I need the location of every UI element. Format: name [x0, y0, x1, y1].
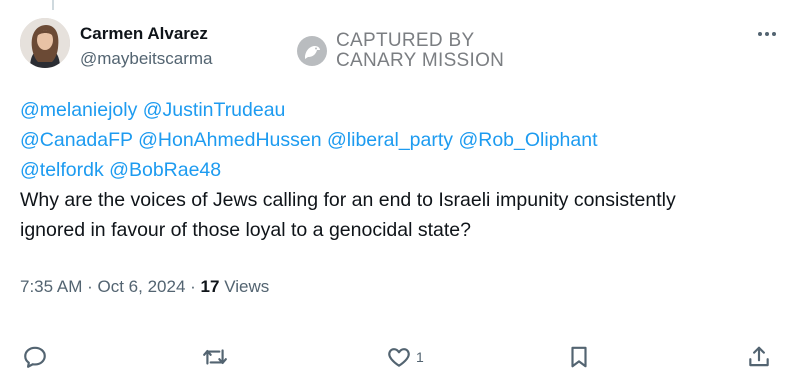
canary-logo-icon — [297, 36, 327, 66]
tweet-meta: 7:35 AM · Oct 6, 2024 · 17 Views — [20, 277, 269, 297]
share-button[interactable] — [746, 344, 772, 370]
mention-link[interactable]: @telfordk — [20, 159, 104, 181]
action-bar: 1 — [0, 340, 800, 374]
tweet-text: Why are the voices of Jews calling for a… — [20, 189, 676, 241]
tweet-body: @melaniejoly @JustinTrudeau @CanadaFP @H… — [20, 95, 780, 245]
mentions-line-1: @melaniejoly @JustinTrudeau — [20, 95, 780, 125]
more-dot-icon — [765, 32, 769, 36]
more-options-button[interactable] — [752, 24, 782, 44]
mentions-line-3: @telfordk @BobRae48 — [20, 155, 780, 185]
heart-icon — [388, 348, 410, 367]
watermark-line-1: CAPTURED BY — [336, 30, 475, 51]
share-icon — [749, 346, 769, 367]
bookmark-button[interactable] — [566, 344, 592, 370]
avatar-image — [20, 18, 70, 68]
mention-link[interactable]: @CanadaFP — [20, 129, 133, 151]
more-dot-icon — [772, 32, 776, 36]
like-count: 1 — [416, 349, 424, 365]
views-count: 17 — [200, 277, 220, 296]
author-name[interactable]: Carmen Alvarez — [80, 24, 208, 44]
like-button[interactable]: 1 — [386, 344, 424, 370]
views-label: Views — [224, 277, 270, 296]
bookmark-icon — [571, 346, 587, 368]
canary-mission-watermark: CAPTURED BY CANARY MISSION — [296, 31, 504, 71]
meta-separator: · — [190, 277, 196, 296]
watermark-line-2: CANARY MISSION — [336, 50, 505, 71]
mention-link[interactable]: @JustinTrudeau — [143, 99, 286, 121]
reply-icon — [24, 346, 46, 368]
more-dot-icon — [758, 32, 762, 36]
mention-link[interactable]: @HonAhmedHussen — [138, 129, 321, 151]
mention-link[interactable]: @Rob_Oliphant — [458, 129, 597, 151]
meta-separator: · — [87, 277, 93, 296]
mention-link[interactable]: @liberal_party — [327, 129, 453, 151]
mention-link[interactable]: @BobRae48 — [109, 159, 221, 181]
mention-link[interactable]: @melaniejoly — [20, 99, 137, 121]
tweet-date[interactable]: Oct 6, 2024 — [98, 277, 186, 296]
avatar[interactable] — [20, 18, 70, 68]
author-handle[interactable]: @maybeitscarma — [80, 49, 213, 69]
tweet-time[interactable]: 7:35 AM — [20, 277, 82, 296]
retweet-icon — [203, 349, 227, 365]
reply-button[interactable] — [22, 344, 48, 370]
retweet-button[interactable] — [202, 344, 228, 370]
mentions-line-2: @CanadaFP @HonAhmedHussen @liberal_party… — [20, 125, 780, 155]
thread-line — [52, 0, 54, 10]
